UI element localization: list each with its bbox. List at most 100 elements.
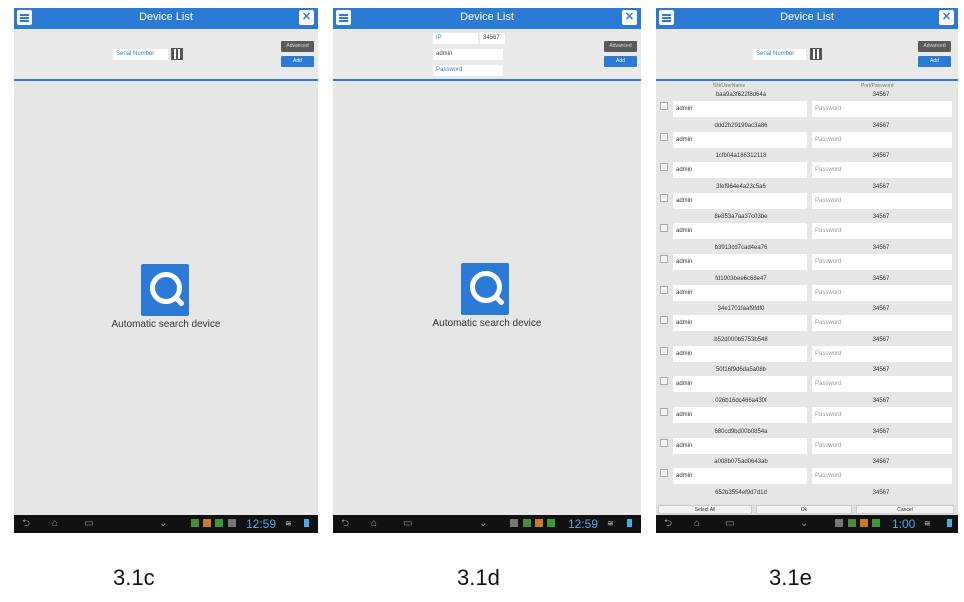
close-icon[interactable]: ✕	[939, 10, 954, 25]
device-port: 34567	[872, 398, 890, 404]
add-button[interactable]: Add	[604, 56, 637, 67]
device-password-input[interactable]: Password	[812, 284, 952, 301]
notification-icon	[535, 519, 543, 527]
add-device-panel: Serial Number Advanced Add	[14, 29, 318, 81]
qr-code-icon[interactable]	[810, 48, 822, 60]
device-checkbox[interactable]	[660, 438, 668, 447]
notification-icon	[215, 519, 223, 527]
advanced-button[interactable]: Advanced	[604, 41, 637, 52]
device-checkbox[interactable]	[660, 193, 668, 202]
device-password-input[interactable]: Password	[812, 345, 952, 362]
device-checkbox[interactable]	[660, 255, 668, 263]
recent-apps-icon[interactable]: ▭	[725, 518, 734, 530]
auto-search-label[interactable]: Automatic search device	[333, 318, 641, 329]
close-icon[interactable]: ✕	[299, 10, 314, 25]
title-bar: Device List ✕	[333, 8, 641, 29]
port-input[interactable]: 34567	[480, 33, 505, 44]
figure-caption: 3.1d	[457, 565, 500, 590]
device-checkbox[interactable]	[660, 163, 668, 172]
device-checkbox[interactable]	[660, 408, 668, 416]
device-username-input[interactable]: admin	[673, 162, 807, 179]
device-row: 34e1701faaf9fdf0 34567 admin Password	[656, 306, 958, 337]
close-icon[interactable]: ✕	[622, 10, 637, 25]
device-username-input[interactable]: admin	[673, 315, 807, 332]
device-checkbox[interactable]	[660, 346, 668, 355]
device-username-input[interactable]: admin	[673, 192, 807, 209]
device-row: b3913cd7cad4ea76 34567 admin Password	[656, 245, 958, 276]
add-button[interactable]: Add	[918, 56, 951, 67]
device-username-input[interactable]: admin	[673, 376, 807, 393]
back-icon[interactable]: ⮌	[341, 518, 349, 530]
device-username-input[interactable]: admin	[673, 468, 807, 485]
device-username-input[interactable]: admin	[673, 223, 807, 240]
device-password-input[interactable]: Password	[812, 254, 952, 270]
device-username-input[interactable]: admin	[673, 407, 807, 423]
notification-icon	[835, 519, 843, 527]
device-password-input[interactable]: Password	[812, 131, 952, 148]
qr-code-icon[interactable]	[171, 48, 183, 60]
device-checkbox[interactable]	[660, 285, 668, 294]
serial-number-input[interactable]: Serial Number	[113, 49, 168, 60]
device-serial: ddd2b29199ac3a86	[714, 122, 768, 129]
device-port: 34567	[872, 183, 890, 190]
device-password-input[interactable]: Password	[812, 192, 952, 209]
select-all-button[interactable]: Select All	[658, 505, 752, 514]
device-password-input[interactable]: Password	[812, 162, 952, 179]
ip-input[interactable]: IP	[433, 33, 478, 44]
search-icon[interactable]	[461, 263, 509, 315]
device-username-input[interactable]: admin	[673, 284, 807, 301]
device-username-input[interactable]: admin	[673, 437, 807, 454]
device-checkbox[interactable]	[660, 377, 668, 386]
back-icon[interactable]: ⮌	[664, 518, 672, 530]
device-port: 34567	[872, 459, 890, 466]
device-password-input[interactable]: Password	[812, 437, 952, 454]
device-row: 026b16dc466a430f 34567 admin Password	[656, 398, 958, 429]
page-title: Device List	[139, 11, 193, 23]
cancel-button[interactable]: Cancel	[856, 505, 954, 514]
device-checkbox[interactable]	[660, 102, 668, 110]
advanced-button[interactable]: Advanced	[918, 41, 951, 52]
device-username-input[interactable]: admin	[673, 101, 807, 117]
device-row: b52d000b5753b548 34567 admin Password	[656, 337, 958, 368]
add-button[interactable]: Add	[281, 56, 314, 67]
device-password-input[interactable]: Password	[812, 315, 952, 332]
device-checkbox[interactable]	[660, 316, 668, 325]
device-password-input[interactable]: Password	[812, 376, 952, 393]
android-nav-bar: ⮌ ⌂ ▭ ⌄ 12:59 ≋	[333, 515, 641, 533]
device-username-input[interactable]: admin	[673, 254, 807, 270]
back-icon[interactable]: ⮌	[22, 518, 30, 530]
figure-caption: 3.1c	[113, 565, 155, 590]
device-port: 34567	[872, 306, 890, 313]
device-password-input[interactable]: Password	[812, 407, 952, 423]
home-icon[interactable]: ⌂	[371, 518, 377, 530]
home-icon[interactable]: ⌂	[694, 518, 700, 530]
device-port: 34567	[872, 122, 890, 129]
device-checkbox[interactable]	[660, 224, 668, 233]
ok-button[interactable]: Ok	[756, 505, 852, 514]
advanced-button[interactable]: Advanced	[281, 41, 314, 52]
device-checkbox[interactable]	[660, 469, 668, 478]
recent-apps-icon[interactable]: ▭	[84, 518, 93, 530]
page-title: Device List	[780, 11, 834, 23]
device-password-input[interactable]: Password	[812, 223, 952, 240]
device-username-input[interactable]: admin	[673, 131, 807, 148]
search-icon[interactable]	[141, 264, 189, 316]
password-input[interactable]: Password	[433, 65, 503, 76]
device-password-input[interactable]: Password	[812, 468, 952, 485]
username-input[interactable]: admin	[433, 49, 503, 60]
recent-apps-icon[interactable]: ▭	[403, 518, 412, 530]
serial-number-input[interactable]: Serial Number	[753, 49, 806, 60]
device-username-input[interactable]: admin	[673, 345, 807, 362]
android-nav-bar: ⮌ ⌂ ▭ ⌄ 12:59 ≋	[14, 515, 318, 533]
device-port: 34567	[872, 428, 890, 435]
status-clock: 12:59	[568, 517, 599, 531]
device-password-input[interactable]: Password	[812, 101, 952, 117]
auto-search-label[interactable]: Automatic search device	[14, 319, 318, 330]
notification-icon	[191, 519, 199, 527]
device-serial: 8e853a7aa37c03be	[714, 214, 768, 221]
home-icon[interactable]: ⌂	[52, 518, 58, 530]
keyboard-hide-icon[interactable]: ⌄	[159, 518, 167, 530]
keyboard-hide-icon[interactable]: ⌄	[479, 518, 487, 530]
device-checkbox[interactable]	[660, 132, 668, 141]
keyboard-hide-icon[interactable]: ⌄	[800, 518, 808, 530]
